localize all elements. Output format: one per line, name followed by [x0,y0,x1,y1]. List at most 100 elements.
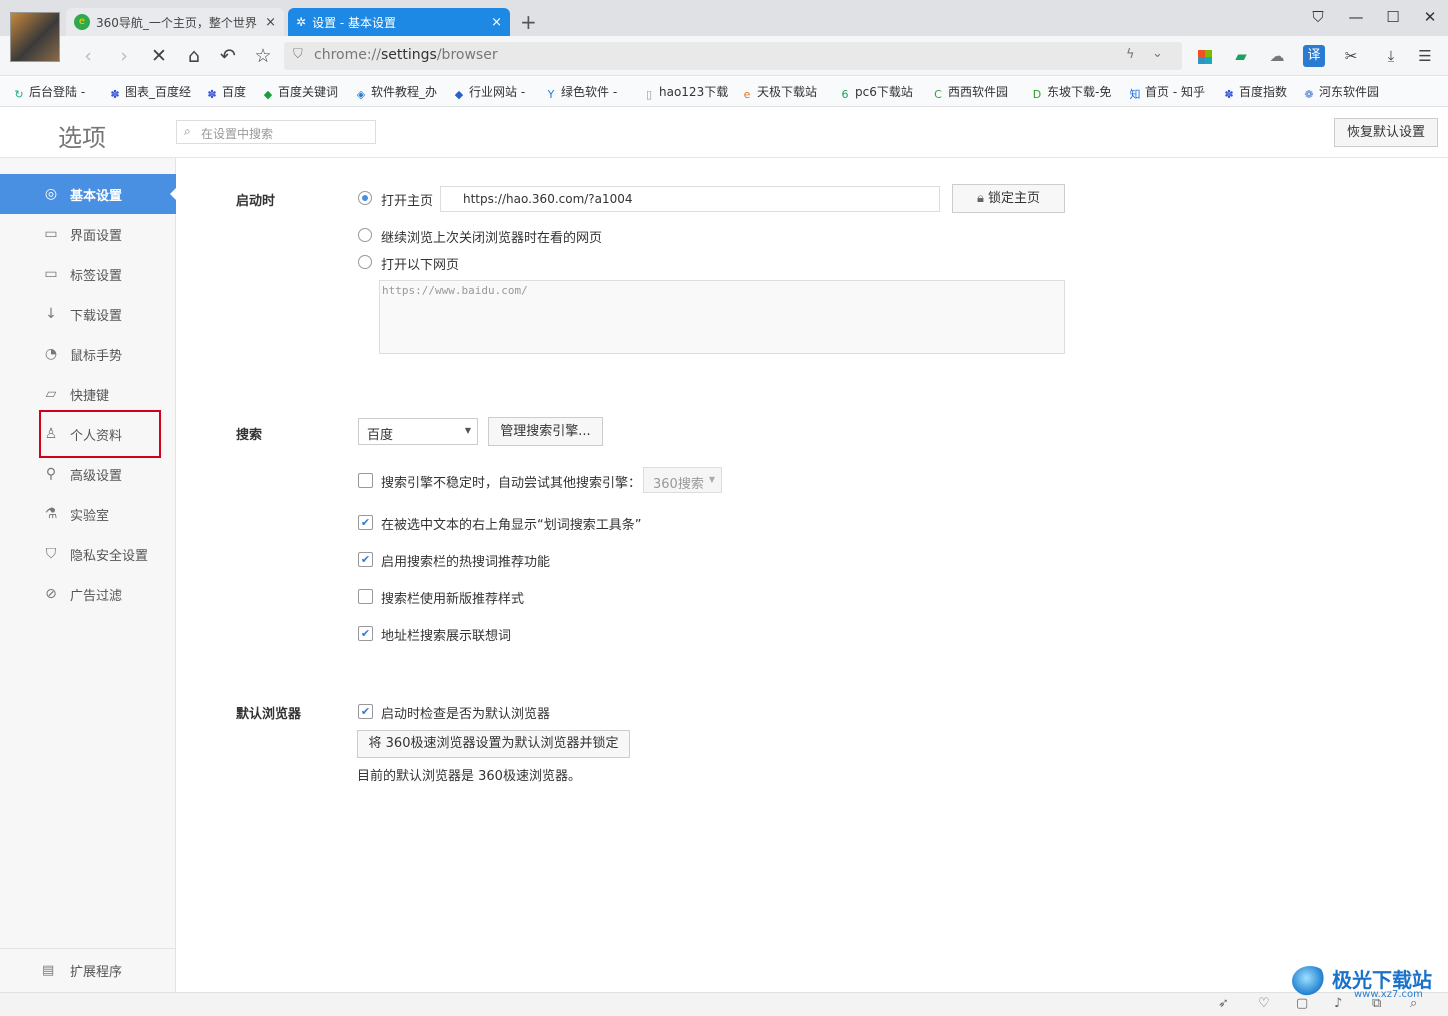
software-icon: ◈ [356,88,366,101]
bookmark-item[interactable]: ◈ 软件教程_办 [354,83,437,102]
new-style-label: 搜索栏使用新版推荐样式 [381,592,525,607]
sidebar-item[interactable]: ⚲ 高级设置 [0,454,176,494]
default-browser-label: 默认浏览器 [236,707,302,722]
rocket-icon[interactable]: ➶ [1218,996,1229,1011]
new-style-checkbox[interactable] [358,589,373,604]
address-suggest-label: 地址栏搜索展示联想词 [381,629,512,644]
close-tab-icon[interactable]: × [491,15,502,30]
address-text: chrome://settings/browser [314,47,498,63]
sidebar-item[interactable]: ⊘ 广告过滤 [0,574,176,614]
sidebar-item[interactable]: ⚗ 实验室 [0,494,176,534]
bookmark-item[interactable]: ◆ 百度关键词 [261,83,338,102]
startup-pages-radio[interactable] [358,255,372,269]
bookmark-item[interactable]: Y 绿色软件 - [544,83,618,102]
sidebar-item-label: 界面设置 [70,228,123,244]
baidu-paw-icon: ✽ [110,88,120,101]
sidebar-item[interactable]: ▱ 快捷键 [0,374,176,414]
bookmark-item[interactable]: 6 pc6下载站 [838,83,913,102]
bookmark-item[interactable]: ↻ 后台登陆 - [12,83,85,102]
set-default-browser-button[interactable]: 将 360极速浏览器设置为默认浏览器并锁定 [357,730,630,758]
maximize-button[interactable]: ☐ [1381,8,1405,28]
minimize-button[interactable]: — [1344,8,1368,28]
bookmark-item[interactable]: ◆ 行业网站 - [452,83,525,102]
search-placeholder: 在设置中搜索 [201,127,274,141]
sidebar-item[interactable]: ⛉ 隐私安全设置 [0,534,176,574]
red-highlight-box [39,410,161,458]
startup-continue-radio[interactable] [358,228,372,242]
bookmark-item[interactable]: ✽ 百度指数 [1222,83,1287,102]
home-button[interactable]: ⌂ [182,44,206,68]
bookmark-item[interactable]: ❁ 河东软件园 [1302,83,1379,102]
translate-icon[interactable]: 译 [1303,45,1325,67]
new-tab-button[interactable]: + [520,10,537,34]
settings-sidebar: ◎ 基本设置 ▭ 界面设置 ▭ 标签设置 ↓ 下载设置 ◔ 鼠标手势 ▱ 快捷键 ♙ 个人资料 ⚲ 高级设置 ⚗… [0,158,178,992]
hot-search-checkbox[interactable]: ✔ [358,552,373,567]
close-window-button[interactable]: ✕ [1418,8,1442,28]
skin-icon[interactable]: ⛉ [1306,8,1330,28]
bookmark-item[interactable]: e 天极下载站 [740,83,817,102]
page-icon: ▯ [645,88,653,101]
search-engine-select[interactable]: 百度 ▼ [358,418,478,445]
bookmark-item[interactable]: D 东坡下载-免 [1030,83,1112,102]
bookmark-icon: ◆ [454,88,464,101]
home-url-input[interactable]: https://hao.360.com/?a1004 [440,186,940,212]
chevron-down-icon[interactable]: ⌄ [1152,46,1163,61]
undo-close-button[interactable]: ↶ [216,44,240,68]
scissors-icon[interactable]: ✂ [1340,45,1362,67]
sidebar-item-label: 实验室 [70,508,110,524]
bookmark-item[interactable]: ▯ hao123下载 [642,83,728,102]
chat-icon[interactable]: ▰ [1230,45,1252,67]
download-icon[interactable]: ⤓ [1380,45,1402,67]
bookmark-label: 软件教程_办 [371,85,438,99]
sidebar-item[interactable]: ▭ 标签设置 [0,254,176,294]
lightning-icon[interactable]: ϟ [1126,47,1135,62]
user-avatar[interactable] [10,12,60,62]
startup-home-radio[interactable] [358,191,372,205]
bookmark-star-button[interactable]: ☆ [251,44,275,68]
dropdown-arrow-icon: ▼ [708,475,715,484]
settings-search-input[interactable]: ⌕ 在设置中搜索 [176,120,376,144]
startup-continue-label: 继续浏览上次关闭浏览器时在看的网页 [381,231,603,246]
tab-360-nav[interactable]: e 360导航_一个主页，整个世界 × [66,8,284,36]
bookmark-item[interactable]: ✽ 百度 [205,83,246,102]
startup-pages-textarea[interactable]: https://www.baidu.com/ [379,280,1065,354]
back-button[interactable]: ‹ [76,44,100,68]
heart-icon[interactable]: ♡ [1258,996,1270,1011]
bookmark-label: 西西软件园 [948,85,1009,99]
lock-home-button[interactable]: 🔒︎ 锁定主页 [952,184,1065,213]
startup-pages-value: https://www.baidu.com/ [382,284,528,297]
watermark: 极光下载站 www.xz7.com [1292,962,1442,1002]
bookmark-icon: ◆ [263,88,273,101]
selection-toolbar-checkbox[interactable]: ✔ [358,515,373,530]
sidebar-item[interactable]: ◔ 鼠标手势 [0,334,176,374]
bookmark-item[interactable]: C 西西软件园 [931,83,1008,102]
watermark-logo-icon [1292,966,1328,996]
sidebar-item-extensions[interactable]: ▤ 扩展程序 [0,948,176,992]
sidebar-item[interactable]: ↓ 下载设置 [0,294,176,334]
address-suggest-checkbox[interactable]: ✔ [358,626,373,641]
manage-search-engines-button[interactable]: 管理搜索引擎... [488,417,603,446]
keyboard-icon: ▱ [45,386,57,402]
check-default-checkbox[interactable]: ✔ [358,704,373,719]
status-bar: ➶ ♡ ▢ ♪ ⧉ ⌕ [0,992,1448,1016]
fallback-engine-checkbox[interactable] [358,473,373,488]
window-icon: ▭ [44,226,58,242]
cloud-icon[interactable]: ☁ [1266,45,1288,67]
restore-defaults-button[interactable]: 恢复默认设置 [1334,118,1438,147]
extension-icon: ▤ [42,963,55,978]
bookmark-label: 绿色软件 - [561,85,618,99]
bookmark-item[interactable]: ✽ 图表_百度经 [108,83,191,102]
sidebar-item[interactable]: ◎ 基本设置 [0,174,176,214]
apps-grid-icon[interactable] [1194,45,1216,67]
cc-icon: C [934,88,942,101]
stop-loading-button[interactable]: ✕ [147,44,171,68]
tab-settings[interactable]: ✲ 设置 - 基本设置 × [288,8,510,36]
menu-icon[interactable]: ☰ [1414,45,1436,67]
fallback-engine-select[interactable]: 360搜索 ▼ [643,467,722,493]
forward-button[interactable]: › [112,44,136,68]
e-icon: e [743,88,751,101]
close-tab-icon[interactable]: × [265,15,276,30]
address-bar[interactable]: ⛉ chrome://settings/browser ϟ ⌄ [284,42,1182,70]
bookmark-item[interactable]: 知首页 - 知乎 [1128,83,1205,102]
sidebar-item[interactable]: ▭ 界面设置 [0,214,176,254]
